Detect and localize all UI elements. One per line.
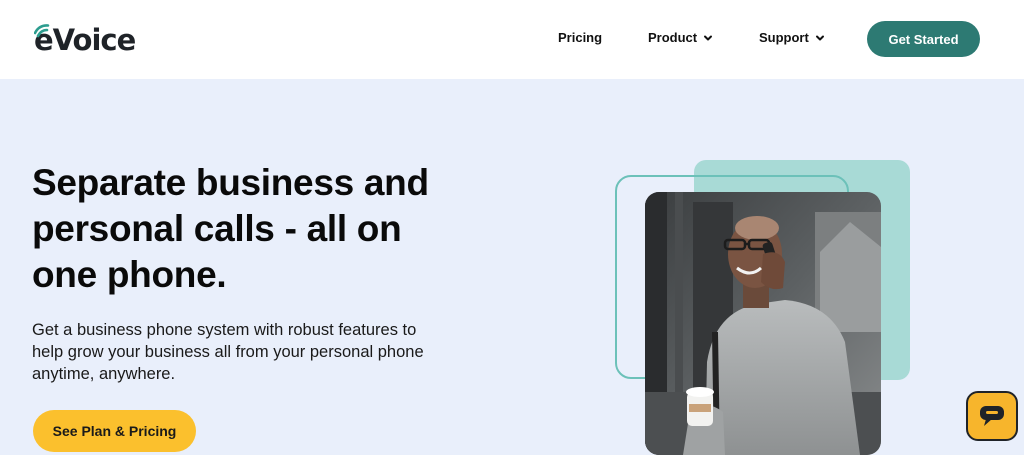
chat-bubble-icon [980, 406, 1004, 426]
hero-headline: Separate business and personal calls - a… [32, 162, 429, 295]
nav-support-label: Support [759, 30, 809, 45]
hero-photo [645, 192, 881, 455]
man-on-phone-illustration [645, 192, 881, 455]
nav-product-label: Product [648, 30, 698, 45]
hero-subtext: Get a business phone system with robust … [32, 321, 424, 383]
signal-waves-icon [34, 24, 50, 38]
see-plan-pricing-button[interactable]: See Plan & Pricing [33, 410, 196, 452]
get-started-button[interactable]: Get Started [867, 21, 980, 57]
chat-button[interactable] [966, 391, 1018, 441]
top-navigation-bar: eVoice Pricing Product Support Get Start… [0, 0, 1024, 79]
chevron-down-icon [815, 35, 824, 40]
nav-pricing-link[interactable]: Pricing [558, 30, 602, 45]
nav-support-dropdown[interactable]: Support [759, 30, 825, 45]
nav-product-dropdown[interactable]: Product [648, 30, 713, 45]
evoice-logo[interactable]: eVoice [32, 22, 136, 58]
nav-pricing-label: Pricing [558, 30, 603, 45]
chevron-down-icon [704, 35, 713, 40]
